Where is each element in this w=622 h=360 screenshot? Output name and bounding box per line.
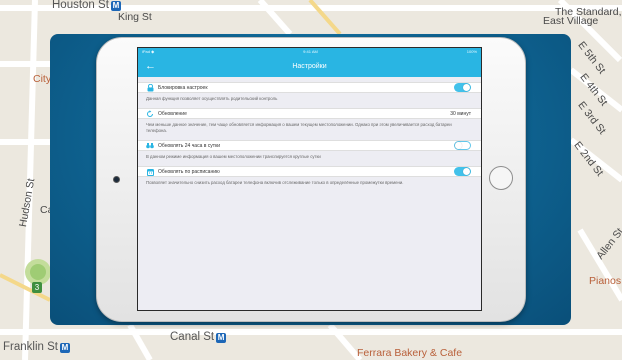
always-on-toggle[interactable]	[454, 141, 471, 150]
status-carrier: iPad ◆	[142, 48, 155, 54]
camera-icon	[113, 176, 120, 183]
map-label-king: King St	[118, 11, 152, 23]
lock-icon	[146, 83, 154, 92]
page-title: Настройки	[292, 62, 327, 70]
map-label-pianos: Pianos	[589, 275, 622, 287]
setting-row-schedule[interactable]: Обновлять по расписанию	[138, 166, 481, 177]
home-button[interactable]	[489, 166, 513, 190]
setting-description: Чем меньше данное значение, тем чаще обн…	[146, 122, 452, 133]
setting-row-refresh[interactable]: Обновление 30 минут	[138, 108, 481, 119]
lock-toggle[interactable]	[454, 83, 471, 92]
setting-label: Обновление	[158, 110, 187, 117]
map-label-city: City	[33, 73, 52, 85]
map-label-ferrara: Ferrara Bakery & Cafe	[357, 347, 463, 359]
status-bar: iPad ◆ 9:41 AM 100%	[138, 48, 481, 55]
setting-label: Обновлять по расписанию	[158, 168, 220, 175]
route-badge: 3	[32, 282, 42, 293]
refresh-icon	[146, 109, 154, 118]
status-battery: 100%	[466, 48, 477, 54]
metro-icon: M	[110, 1, 121, 11]
app-screen: iPad ◆ 9:41 AM 100% ← Настройки Блокиров…	[137, 47, 482, 311]
binoculars-icon	[146, 142, 154, 150]
schedule-toggle[interactable]	[454, 167, 471, 176]
calendar-icon	[146, 168, 154, 176]
setting-description: В данном режиме информация о вашем место…	[146, 154, 321, 159]
setting-row-lock[interactable]: Блокировка настроек	[138, 82, 481, 93]
refresh-interval-value[interactable]: 30 минут	[450, 111, 471, 117]
metro-icon: M	[216, 333, 227, 343]
metro-icon: M	[59, 343, 70, 353]
map-label-franklin: Franklin St M	[3, 341, 70, 353]
back-arrow-icon[interactable]: ←	[145, 59, 156, 73]
setting-label: Обновлять 24 часа в сутки	[158, 142, 221, 149]
status-time: 9:41 AM	[303, 48, 318, 54]
setting-label: Блокировка настроек	[158, 84, 208, 91]
map-label-canal: Canal St M	[170, 331, 227, 343]
setting-description: Позволяет значительно снизить расход бат…	[146, 180, 404, 185]
setting-row-24h[interactable]: Обновлять 24 часа в сутки	[138, 140, 481, 151]
map-label-houston: Houston St M	[52, 0, 121, 11]
nav-bar: ← Настройки	[138, 55, 481, 77]
setting-description: Данная функция позволяет осуществлять ро…	[146, 96, 278, 101]
settings-list: Блокировка настроек Данная функция позво…	[138, 77, 481, 192]
map-label-east-village: East Village	[543, 15, 599, 27]
